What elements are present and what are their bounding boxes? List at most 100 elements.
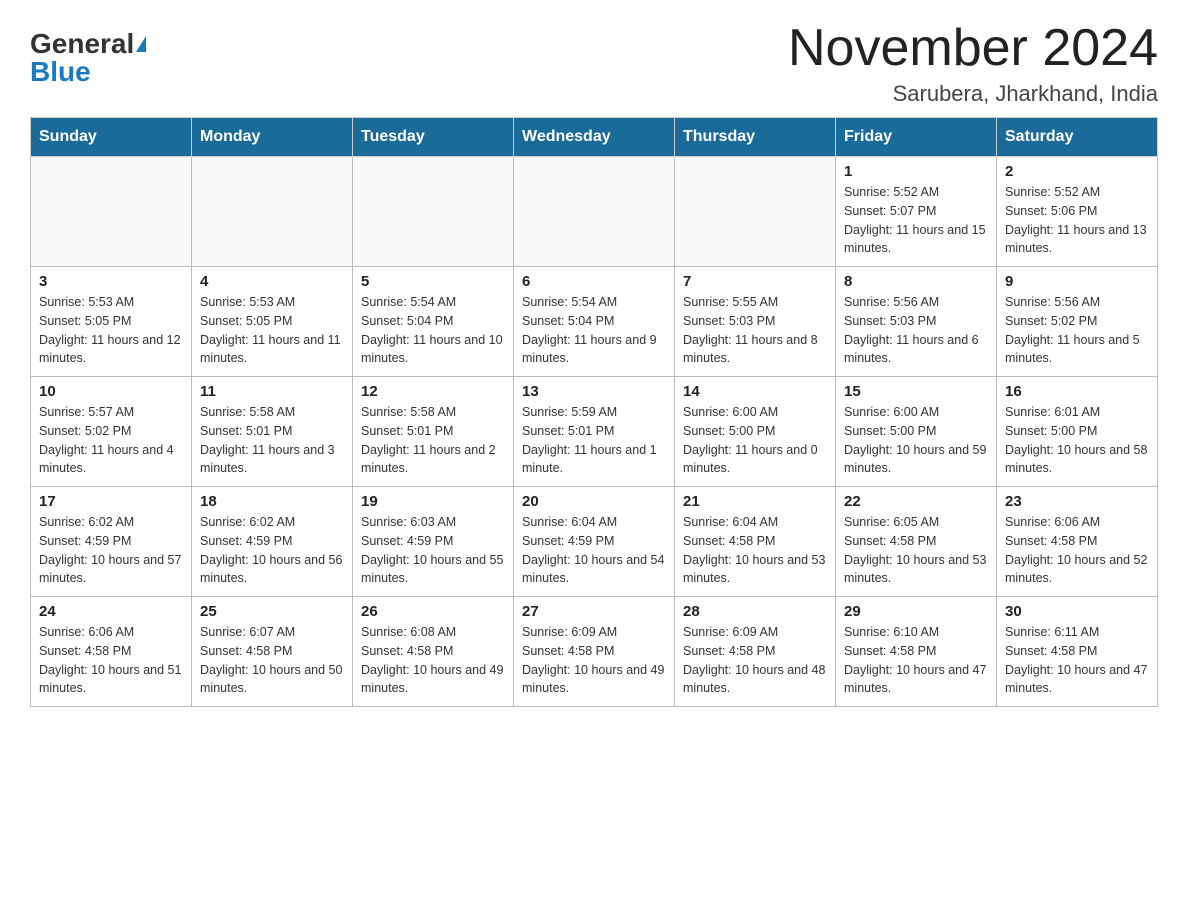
day-sun-info: Sunrise: 5:57 AM Sunset: 5:02 PM Dayligh… bbox=[39, 403, 183, 478]
day-number: 11 bbox=[200, 383, 344, 400]
day-number: 6 bbox=[522, 273, 666, 290]
calendar-cell: 12Sunrise: 5:58 AM Sunset: 5:01 PM Dayli… bbox=[353, 377, 514, 487]
day-number: 15 bbox=[844, 383, 988, 400]
calendar-week-row: 3 Sunrise: 5:53 AM Sunset: 5:05 PM Daylig… bbox=[31, 267, 1158, 377]
calendar-table: SundayMondayTuesdayWednesdayThursdayFrid… bbox=[30, 117, 1158, 707]
calendar-cell: 28 Sunrise: 6:09 AM Sunset: 4:58 PM Dayli… bbox=[675, 597, 836, 707]
day-number: 29 bbox=[844, 603, 988, 620]
calendar-week-row: 10 Sunrise: 5:57 AM Sunset: 5:02 PM Dayli… bbox=[31, 377, 1158, 487]
day-of-week-header: Wednesday bbox=[514, 118, 675, 157]
day-number: 17 bbox=[39, 493, 183, 510]
day-number: 27 bbox=[522, 603, 666, 620]
day-of-week-header: Monday bbox=[192, 118, 353, 157]
day-sun-info: Sunrise: 5:55 AM Sunset: 5:03 PM Dayligh… bbox=[683, 293, 827, 368]
month-title: November 2024 bbox=[788, 20, 1158, 77]
day-number: 20 bbox=[522, 493, 666, 510]
calendar-cell: 26Sunrise: 6:08 AM Sunset: 4:58 PM Dayli… bbox=[353, 597, 514, 707]
day-number: 13 bbox=[522, 383, 666, 400]
day-of-week-header: Thursday bbox=[675, 118, 836, 157]
day-sun-info: Sunrise: 5:58 AM Sunset: 5:01 PM Dayligh… bbox=[200, 403, 344, 478]
calendar-week-row: 1 Sunrise: 5:52 AM Sunset: 5:07 PM Daylig… bbox=[31, 157, 1158, 267]
day-number: 18 bbox=[200, 493, 344, 510]
day-number: 9 bbox=[1005, 273, 1149, 290]
calendar-cell: 4 Sunrise: 5:53 AM Sunset: 5:05 PM Daylig… bbox=[192, 267, 353, 377]
day-sun-info: Sunrise: 6:06 AM Sunset: 4:58 PM Dayligh… bbox=[39, 623, 183, 698]
day-number: 19 bbox=[361, 493, 505, 510]
logo-triangle-icon bbox=[136, 36, 146, 52]
logo-blue-text: Blue bbox=[30, 58, 91, 86]
day-sun-info: Sunrise: 5:53 AM Sunset: 5:05 PM Dayligh… bbox=[39, 293, 183, 368]
calendar-week-row: 24 Sunrise: 6:06 AM Sunset: 4:58 PM Dayli… bbox=[31, 597, 1158, 707]
day-number: 5 bbox=[361, 273, 505, 290]
calendar-cell: 19 Sunrise: 6:03 AM Sunset: 4:59 PM Dayli… bbox=[353, 487, 514, 597]
calendar-header-row: SundayMondayTuesdayWednesdayThursdayFrid… bbox=[31, 118, 1158, 157]
calendar-cell: 25 Sunrise: 6:07 AM Sunset: 4:58 PM Dayli… bbox=[192, 597, 353, 707]
calendar-cell: 13 Sunrise: 5:59 AM Sunset: 5:01 PM Dayli… bbox=[514, 377, 675, 487]
day-sun-info: Sunrise: 6:02 AM Sunset: 4:59 PM Dayligh… bbox=[39, 513, 183, 588]
day-number: 8 bbox=[844, 273, 988, 290]
calendar-cell: 5 Sunrise: 5:54 AM Sunset: 5:04 PM Daylig… bbox=[353, 267, 514, 377]
day-number: 28 bbox=[683, 603, 827, 620]
day-sun-info: Sunrise: 6:11 AM Sunset: 4:58 PM Dayligh… bbox=[1005, 623, 1149, 698]
day-sun-info: Sunrise: 5:59 AM Sunset: 5:01 PM Dayligh… bbox=[522, 403, 666, 478]
day-number: 1 bbox=[844, 163, 988, 180]
calendar-cell bbox=[192, 157, 353, 267]
calendar-cell: 24 Sunrise: 6:06 AM Sunset: 4:58 PM Dayli… bbox=[31, 597, 192, 707]
day-sun-info: Sunrise: 5:52 AM Sunset: 5:06 PM Dayligh… bbox=[1005, 183, 1149, 258]
title-area: November 2024 Sarubera, Jharkhand, India bbox=[788, 20, 1158, 107]
day-number: 22 bbox=[844, 493, 988, 510]
day-sun-info: Sunrise: 6:07 AM Sunset: 4:58 PM Dayligh… bbox=[200, 623, 344, 698]
calendar-cell: 27 Sunrise: 6:09 AM Sunset: 4:58 PM Dayli… bbox=[514, 597, 675, 707]
calendar-cell: 3 Sunrise: 5:53 AM Sunset: 5:05 PM Daylig… bbox=[31, 267, 192, 377]
calendar-cell: 1 Sunrise: 5:52 AM Sunset: 5:07 PM Daylig… bbox=[836, 157, 997, 267]
calendar-cell: 11 Sunrise: 5:58 AM Sunset: 5:01 PM Dayli… bbox=[192, 377, 353, 487]
calendar-cell: 14 Sunrise: 6:00 AM Sunset: 5:00 PM Dayli… bbox=[675, 377, 836, 487]
day-number: 14 bbox=[683, 383, 827, 400]
day-number: 4 bbox=[200, 273, 344, 290]
day-number: 10 bbox=[39, 383, 183, 400]
day-number: 7 bbox=[683, 273, 827, 290]
calendar-cell bbox=[514, 157, 675, 267]
day-number: 30 bbox=[1005, 603, 1149, 620]
day-number: 2 bbox=[1005, 163, 1149, 180]
day-sun-info: Sunrise: 6:03 AM Sunset: 4:59 PM Dayligh… bbox=[361, 513, 505, 588]
location-subtitle: Sarubera, Jharkhand, India bbox=[788, 81, 1158, 107]
day-sun-info: Sunrise: 5:56 AM Sunset: 5:03 PM Dayligh… bbox=[844, 293, 988, 368]
day-sun-info: Sunrise: 6:04 AM Sunset: 4:59 PM Dayligh… bbox=[522, 513, 666, 588]
day-sun-info: Sunrise: 5:52 AM Sunset: 5:07 PM Dayligh… bbox=[844, 183, 988, 258]
day-sun-info: Sunrise: 6:09 AM Sunset: 4:58 PM Dayligh… bbox=[683, 623, 827, 698]
day-number: 25 bbox=[200, 603, 344, 620]
day-sun-info: Sunrise: 6:02 AM Sunset: 4:59 PM Dayligh… bbox=[200, 513, 344, 588]
calendar-cell: 10 Sunrise: 5:57 AM Sunset: 5:02 PM Dayli… bbox=[31, 377, 192, 487]
calendar-cell: 9Sunrise: 5:56 AM Sunset: 5:02 PM Daylig… bbox=[997, 267, 1158, 377]
day-sun-info: Sunrise: 5:54 AM Sunset: 5:04 PM Dayligh… bbox=[361, 293, 505, 368]
day-sun-info: Sunrise: 6:06 AM Sunset: 4:58 PM Dayligh… bbox=[1005, 513, 1149, 588]
calendar-cell bbox=[675, 157, 836, 267]
day-sun-info: Sunrise: 6:00 AM Sunset: 5:00 PM Dayligh… bbox=[844, 403, 988, 478]
calendar-cell: 18 Sunrise: 6:02 AM Sunset: 4:59 PM Dayli… bbox=[192, 487, 353, 597]
logo-general-text: General bbox=[30, 30, 134, 58]
day-sun-info: Sunrise: 5:54 AM Sunset: 5:04 PM Dayligh… bbox=[522, 293, 666, 368]
day-of-week-header: Tuesday bbox=[353, 118, 514, 157]
calendar-cell bbox=[31, 157, 192, 267]
calendar-cell: 30 Sunrise: 6:11 AM Sunset: 4:58 PM Dayli… bbox=[997, 597, 1158, 707]
day-number: 3 bbox=[39, 273, 183, 290]
day-of-week-header: Saturday bbox=[997, 118, 1158, 157]
day-sun-info: Sunrise: 6:05 AM Sunset: 4:58 PM Dayligh… bbox=[844, 513, 988, 588]
calendar-cell: 15 Sunrise: 6:00 AM Sunset: 5:00 PM Dayli… bbox=[836, 377, 997, 487]
day-number: 21 bbox=[683, 493, 827, 510]
page-header: General Blue November 2024 Sarubera, Jha… bbox=[30, 20, 1158, 107]
calendar-cell bbox=[353, 157, 514, 267]
day-sun-info: Sunrise: 6:09 AM Sunset: 4:58 PM Dayligh… bbox=[522, 623, 666, 698]
calendar-cell: 22 Sunrise: 6:05 AM Sunset: 4:58 PM Dayli… bbox=[836, 487, 997, 597]
day-number: 24 bbox=[39, 603, 183, 620]
calendar-cell: 2 Sunrise: 5:52 AM Sunset: 5:06 PM Daylig… bbox=[997, 157, 1158, 267]
day-number: 16 bbox=[1005, 383, 1149, 400]
day-sun-info: Sunrise: 6:00 AM Sunset: 5:00 PM Dayligh… bbox=[683, 403, 827, 478]
day-number: 23 bbox=[1005, 493, 1149, 510]
day-sun-info: Sunrise: 5:53 AM Sunset: 5:05 PM Dayligh… bbox=[200, 293, 344, 368]
calendar-cell: 16Sunrise: 6:01 AM Sunset: 5:00 PM Dayli… bbox=[997, 377, 1158, 487]
logo: General Blue bbox=[30, 20, 146, 86]
day-number: 12 bbox=[361, 383, 505, 400]
calendar-cell: 8 Sunrise: 5:56 AM Sunset: 5:03 PM Daylig… bbox=[836, 267, 997, 377]
